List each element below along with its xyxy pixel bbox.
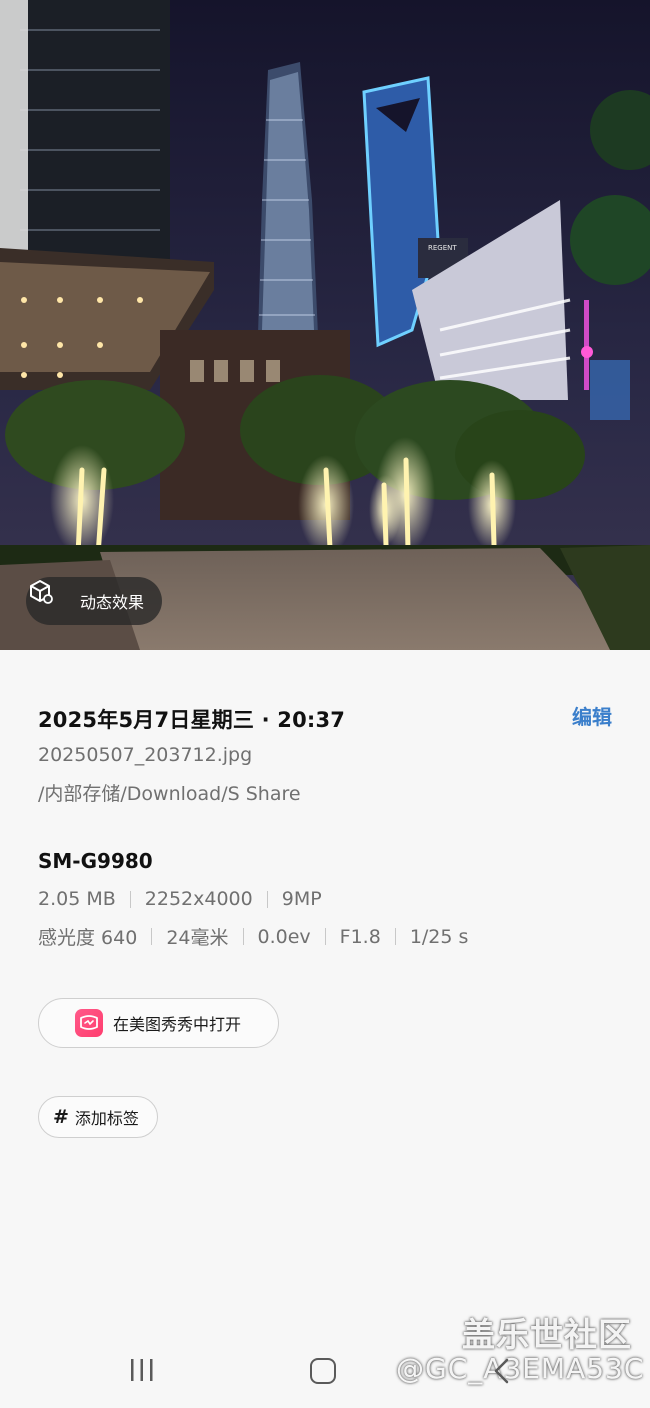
- file-name: 20250507_203712.jpg: [38, 744, 253, 766]
- device-model: SM-G9980: [38, 849, 153, 873]
- exposure-value: 0.0ev: [257, 925, 311, 948]
- open-in-meitu-button[interactable]: 在美图秀秀中打开: [38, 998, 279, 1048]
- edit-button[interactable]: 编辑: [572, 701, 612, 730]
- aperture: F1.8: [339, 925, 381, 948]
- date-time: 2025年5月7日星期三 · 20:37: [38, 708, 346, 732]
- recent-apps-icon[interactable]: [129, 1358, 155, 1382]
- regent-sign: REGENT: [428, 244, 457, 252]
- divider: [266, 890, 268, 908]
- divider: [324, 928, 326, 945]
- photo-viewer[interactable]: REGENT 动态效果: [0, 0, 650, 650]
- system-nav-bar: [0, 1330, 650, 1408]
- back-icon[interactable]: [492, 1358, 512, 1384]
- details-panel: 2025年5月7日星期三 · 20:37 编辑 20250507_203712.…: [0, 650, 650, 1408]
- motion-effect-label: 动态效果: [80, 593, 145, 612]
- resolution: 2252x4000: [144, 888, 253, 910]
- motion-effect-button[interactable]: 动态效果: [26, 577, 162, 625]
- megapixels: 9MP: [281, 888, 322, 910]
- focal-length: 24毫米: [166, 927, 229, 949]
- add-tag-button[interactable]: # 添加标签: [38, 1096, 158, 1138]
- file-path: /内部存储/Download/S Share: [38, 783, 301, 805]
- file-specs-row: 2.05 MB 2252x4000 9MP: [38, 888, 322, 910]
- divider: [129, 890, 131, 908]
- shutter-speed: 1/25 s: [409, 925, 469, 948]
- home-icon[interactable]: [310, 1358, 336, 1384]
- add-tag-label: 添加标签: [74, 1109, 139, 1128]
- meitu-app-icon: [75, 1009, 103, 1037]
- night-city-photo: REGENT: [0, 0, 650, 650]
- file-size: 2.05 MB: [38, 888, 116, 910]
- divider: [394, 928, 396, 945]
- motion-photo-icon: [30, 580, 70, 615]
- divider: [151, 928, 153, 945]
- iso: 感光度 640: [38, 927, 138, 949]
- camera-settings-row: 感光度 640 24毫米 0.0ev F1.8 1/25 s: [38, 923, 468, 950]
- open-in-meitu-label: 在美图秀秀中打开: [113, 1015, 242, 1034]
- hashtag-icon: #: [53, 1106, 69, 1128]
- divider: [242, 928, 244, 945]
